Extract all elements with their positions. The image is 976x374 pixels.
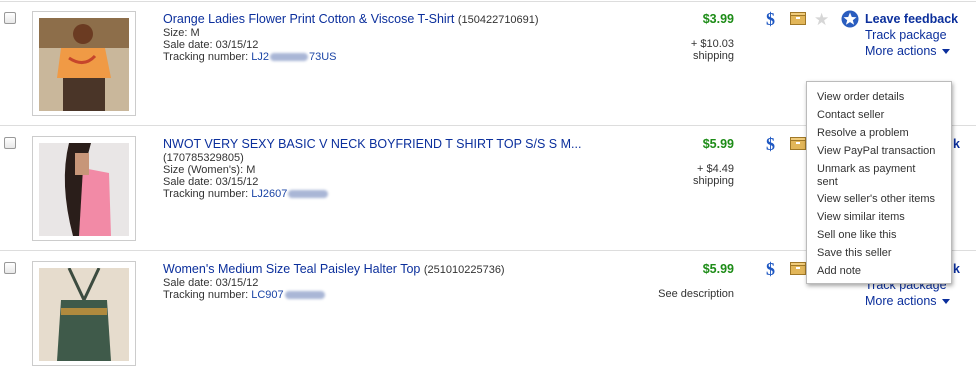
tracking-label: Tracking number: [163,289,249,301]
dollar-icon[interactable]: $ [766,134,775,155]
item-thumbnail[interactable] [32,261,136,366]
more-actions-link[interactable]: More actions [865,294,950,308]
shipping-cost: + $4.49 [696,163,734,175]
item-title-link[interactable]: Women's Medium Size Teal Paisley Halter … [163,262,505,276]
tracking-prefix: LJ2607 [251,188,288,200]
row-checkbox[interactable] [4,262,16,274]
item-price: $5.99 [702,262,734,276]
menu-item-unmark-payment-sent[interactable]: Unmark as payment sent [817,163,927,189]
feedback-star-icon[interactable] [841,10,859,28]
menu-item-view-paypal-transaction[interactable]: View PayPal transaction [817,145,947,158]
item-detail: Sale date: 03/15/12 [163,277,259,289]
item-image [39,268,129,361]
tracking-number-link[interactable]: LJ2607 [251,188,329,200]
tracking-number-link[interactable]: LJ2 73US [251,51,336,63]
menu-item-save-this-seller[interactable]: Save this seller [817,247,947,260]
dollar-icon[interactable]: $ [766,259,775,280]
tracking-suffix: 73US [309,51,337,63]
item-id: (170785329805) [163,152,244,164]
shipping-label: shipping [693,175,734,187]
menu-item-resolve-problem[interactable]: Resolve a problem [817,127,947,140]
leave-feedback-link[interactable]: Leave feedback [865,12,958,26]
package-icon[interactable] [790,12,806,25]
item-title[interactable]: Women's Medium Size Teal Paisley Halter … [163,262,420,276]
menu-item-view-sellers-other-items[interactable]: View seller's other items [817,193,947,206]
row-checkbox[interactable] [4,137,16,149]
row-divider [0,1,976,2]
menu-item-contact-seller[interactable]: Contact seller [817,109,947,122]
item-id: (150422710691) [457,14,539,26]
item-image [39,18,129,111]
leave-feedback-link[interactable]: k [953,262,960,276]
more-actions-link[interactable]: More actions [865,44,950,58]
more-actions-menu: View order details Contact seller Resolv… [806,81,952,284]
row-checkbox[interactable] [4,12,16,24]
item-detail: Size (Women's): M [163,164,256,176]
tracking-label: Tracking number: [163,51,249,63]
more-actions-label: More actions [865,294,937,308]
item-image [39,143,129,236]
tracking-label: Tracking number: [163,188,249,200]
redacted-text [270,53,308,62]
item-thumbnail[interactable] [32,136,136,241]
tracking-line: Tracking number: LJ2607 [163,188,329,200]
tracking-line: Tracking number: LJ2 73US [163,51,337,63]
item-detail: Sale date: 03/15/12 [163,39,259,51]
item-thumbnail[interactable] [32,11,136,116]
package-icon[interactable] [790,137,806,150]
item-price: $3.99 [702,12,734,26]
item-title-link[interactable]: NWOT VERY SEXY BASIC V NECK BOYFRIEND T … [163,137,581,151]
shipping-note: See description [658,288,734,300]
item-title[interactable]: Orange Ladies Flower Print Cotton & Visc… [163,12,454,26]
tracking-prefix: LC907 [251,289,284,301]
menu-item-add-note[interactable]: Add note [817,265,947,278]
item-detail: Size: M [163,27,200,39]
item-detail: Sale date: 03/15/12 [163,176,259,188]
item-price: $5.99 [702,137,734,151]
track-package-link[interactable]: Track package [865,28,947,42]
tracking-number-link[interactable]: LC907 [251,289,325,301]
tracking-prefix: LJ2 [251,51,269,63]
item-id: (251010225736) [423,264,505,276]
dollar-icon[interactable]: $ [766,9,775,30]
shipping-cost: + $10.03 [690,38,734,50]
menu-item-sell-one-like-this[interactable]: Sell one like this [817,229,947,242]
redacted-text [288,190,329,199]
leave-feedback-link[interactable]: k [953,137,960,151]
tracking-line: Tracking number: LC907 [163,289,326,301]
menu-item-view-similar-items[interactable]: View similar items [817,211,947,224]
chevron-down-icon [941,299,950,305]
shipping-label: shipping [693,50,734,62]
package-icon[interactable] [790,262,806,275]
menu-item-view-order-details[interactable]: View order details [817,91,947,104]
item-title-link[interactable]: Orange Ladies Flower Print Cotton & Visc… [163,12,539,26]
more-actions-label: More actions [865,44,937,58]
redacted-text [284,291,325,300]
star-outline-icon[interactable]: ★ [814,11,829,28]
chevron-down-icon [941,49,950,55]
